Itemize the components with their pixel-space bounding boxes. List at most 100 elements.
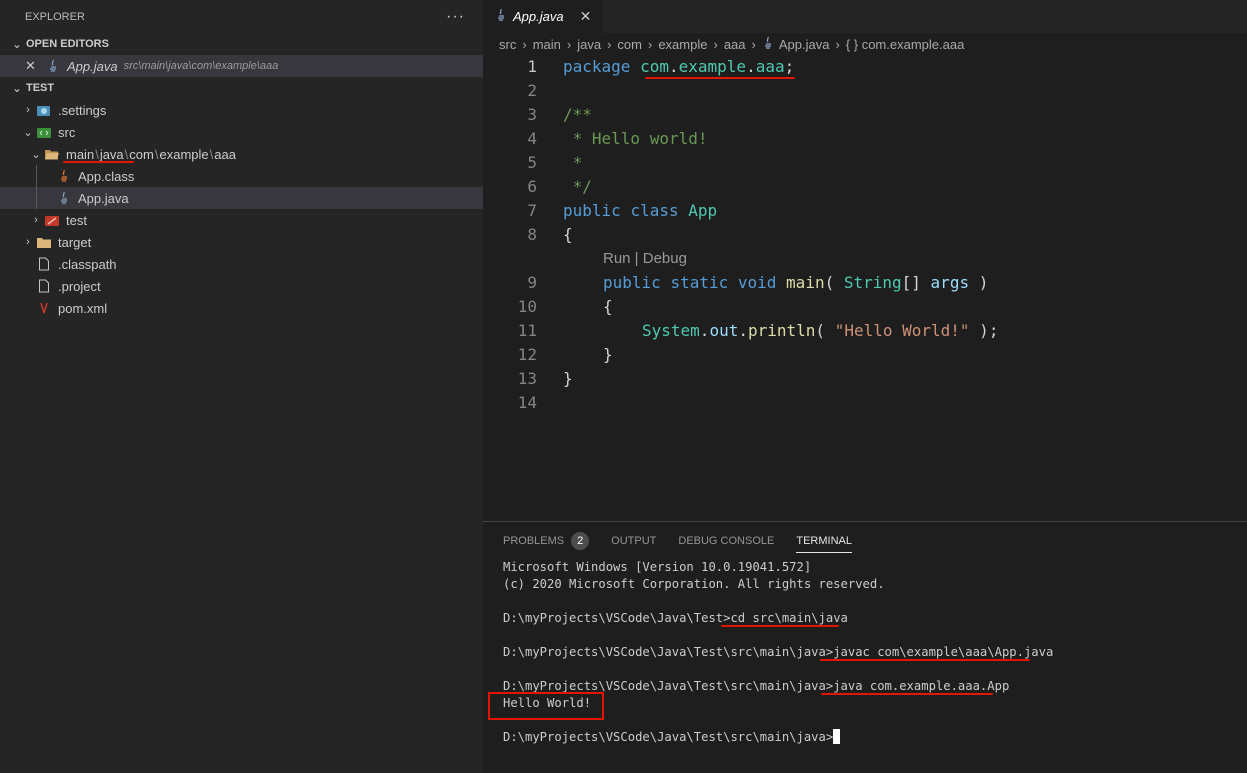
close-editor-icon[interactable]: ✕: [25, 58, 41, 74]
tree-item-main-java-package[interactable]: ⌄ main \ java \ com \ example \ aaa: [0, 143, 483, 165]
code-text: public static void main( String[] args ): [603, 271, 988, 295]
close-tab-icon[interactable]: ✕: [580, 8, 592, 25]
java-class-icon: [56, 169, 72, 183]
tree-item-label: App.java: [78, 190, 129, 206]
code-token: static: [670, 273, 729, 292]
code-token: example: [678, 57, 747, 76]
java-file-icon: [45, 59, 61, 73]
terminal-command: javac com\example\aaa\App.java: [833, 645, 1054, 659]
code-text: {: [603, 297, 613, 316]
tab-output[interactable]: OUTPUT: [611, 522, 656, 560]
code-token: out: [709, 321, 739, 340]
open-editors-header[interactable]: ⌄ OPEN EDITORS: [0, 33, 483, 55]
terminal-line: Microsoft Windows [Version 10.0.19041.57…: [503, 560, 812, 574]
tree-item-test[interactable]: › test: [0, 209, 483, 231]
code-token: App: [688, 201, 718, 220]
tree-item-label: src: [58, 124, 76, 140]
settings-folder-icon: [36, 103, 52, 117]
code-token: .: [699, 321, 710, 340]
code-token: ): [969, 273, 989, 292]
terminal-line: (c) 2020 Microsoft Corporation. All righ…: [503, 577, 885, 591]
tab-app-java[interactable]: App.java ✕: [483, 0, 604, 33]
tab-bar: App.java ✕: [483, 0, 1247, 33]
chevron-right-icon: ›: [34, 214, 38, 226]
code-token: public: [603, 273, 661, 292]
code-line: 6 */: [483, 175, 1247, 199]
line-number: 9: [527, 273, 537, 292]
code-token: args: [930, 273, 970, 292]
code-line: 10 {: [483, 295, 1247, 319]
code-text: package com.example.aaa;: [563, 55, 794, 79]
tab-terminal[interactable]: TERMINAL: [796, 522, 852, 560]
terminal-prompt: D:\myProjects\VSCode\Java\Test\src\main\…: [503, 730, 834, 744]
line-number: 13: [517, 369, 537, 388]
terminal-line: D:\myProjects\VSCode\Java\Test\src\main\…: [503, 678, 1247, 695]
path-separator: \: [124, 146, 129, 162]
breadcrumb-item[interactable]: aaa: [724, 37, 746, 52]
tree-item-app-class[interactable]: App.class: [0, 165, 483, 187]
code-text: }: [563, 369, 573, 388]
tab-problems[interactable]: PROBLEMS 2: [503, 522, 590, 560]
problems-count-badge: 2: [571, 532, 590, 550]
code-line: 3 /**: [483, 103, 1247, 127]
breadcrumb-item[interactable]: main: [533, 37, 561, 52]
tree-item-src[interactable]: ⌄ src: [0, 121, 483, 143]
breadcrumb-item[interactable]: App.java: [779, 37, 830, 52]
code-line: 7 public class App: [483, 199, 1247, 223]
tab-debug-console[interactable]: DEBUG CONSOLE: [678, 522, 774, 560]
tree-item-settings[interactable]: › .settings: [0, 99, 483, 121]
breadcrumb-item[interactable]: java: [577, 37, 601, 52]
tree-item-pom[interactable]: pom.xml: [0, 297, 483, 319]
code-line: 2: [483, 79, 1247, 103]
breadcrumb-item[interactable]: { } com.example.aaa: [846, 37, 965, 52]
terminal-prompt: D:\myProjects\VSCode\Java\Test\src\main\…: [503, 645, 834, 659]
tree-item-app-java[interactable]: App.java: [0, 187, 483, 209]
line-number: 12: [517, 345, 537, 364]
indent-guide: [36, 187, 37, 209]
java-file-icon: [56, 191, 72, 205]
project-header[interactable]: ⌄ TEST: [0, 77, 483, 99]
breadcrumb-item[interactable]: src: [499, 37, 516, 52]
explorer-sidebar: EXPLORER ··· ⌄ OPEN EDITORS ✕ App.java s…: [0, 0, 483, 773]
chevron-right-icon: ›: [522, 36, 527, 52]
file-icon: [36, 257, 52, 271]
code-token: public: [563, 201, 621, 220]
bottom-panel: PROBLEMS 2 OUTPUT DEBUG CONSOLE TERMINAL…: [483, 521, 1247, 773]
tree-item-classpath[interactable]: .classpath: [0, 253, 483, 275]
tree-item-project[interactable]: .project: [0, 275, 483, 297]
src-folder-icon: [36, 125, 52, 139]
annotation-underline: [63, 161, 134, 163]
open-editors-label: OPEN EDITORS: [26, 38, 109, 50]
codelens-run-debug[interactable]: Run | Debug: [483, 247, 1247, 271]
chevron-right-icon: ›: [26, 236, 30, 248]
open-editor-item[interactable]: ✕ App.java src\main\java\com\example\aaa: [0, 55, 483, 77]
tree-item-target[interactable]: › target: [0, 231, 483, 253]
terminal-command: cd src\main\java: [730, 611, 848, 625]
maven-icon: [36, 301, 52, 315]
code-line: 1 package com.example.aaa;: [483, 55, 1247, 79]
terminal-command: java com.example.aaa.App: [833, 679, 1010, 693]
tree-item-label: .classpath: [58, 256, 117, 272]
terminal-line: Hello World!: [488, 692, 1247, 720]
path-segment-com: com: [129, 146, 154, 162]
folder-icon: [36, 235, 52, 249]
code-token: []: [901, 273, 931, 292]
code-editor[interactable]: 1 package com.example.aaa; 2 3 /** 4 * H…: [483, 55, 1247, 415]
path-segment-aaa: aaa: [214, 146, 236, 162]
terminal-line: D:\myProjects\VSCode\Java\Test\src\main\…: [503, 729, 1247, 746]
tree-item-label: App.class: [78, 168, 135, 184]
terminal-output[interactable]: Microsoft Windows [Version 10.0.19041.57…: [488, 559, 1247, 746]
tree-item-label: test: [66, 212, 87, 228]
explorer-title: EXPLORER: [25, 10, 85, 23]
breadcrumb-item[interactable]: example: [658, 37, 707, 52]
code-text: public class App: [563, 199, 717, 223]
code-token: println: [747, 321, 816, 340]
code-token: .: [668, 57, 679, 76]
breadcrumb-item[interactable]: com: [617, 37, 642, 52]
code-line: 4 * Hello world!: [483, 127, 1247, 151]
code-token: );: [969, 321, 999, 340]
code-text: System.out.println( "Hello World!" );: [642, 319, 998, 343]
more-actions-icon[interactable]: ···: [446, 8, 465, 26]
